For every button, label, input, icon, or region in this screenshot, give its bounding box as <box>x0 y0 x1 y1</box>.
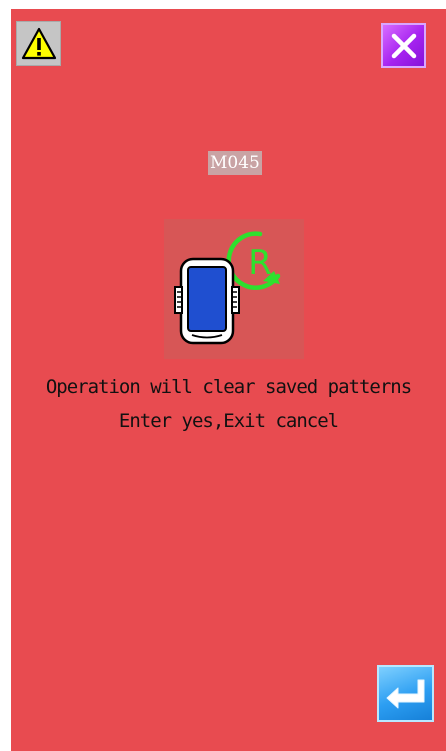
enter-return-icon <box>386 679 424 708</box>
warning-triangle-icon <box>21 27 56 59</box>
message-code: M045 <box>208 151 262 175</box>
svg-text:R: R <box>248 243 272 283</box>
device-reset-illustration: R <box>164 219 304 359</box>
close-button[interactable] <box>381 23 426 68</box>
close-x-icon <box>391 33 416 58</box>
message-line-2: Enter yes,Exit cancel <box>118 410 339 432</box>
handheld-device <box>174 257 240 345</box>
device-reset-icon: R <box>174 231 281 345</box>
warning-button[interactable] <box>16 21 61 66</box>
enter-button[interactable] <box>377 665 434 722</box>
message-line-1: Operation will clear saved patterns <box>45 376 412 398</box>
